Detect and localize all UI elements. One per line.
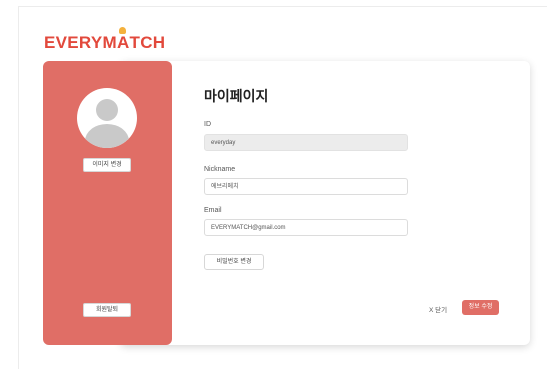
- change-password-button[interactable]: 비밀번호 변경: [204, 254, 264, 270]
- brand-logo[interactable]: EVERYM ATCH: [44, 27, 166, 53]
- logo-text-a: A: [116, 33, 130, 52]
- id-label: ID: [204, 121, 211, 128]
- close-button[interactable]: X 닫기: [429, 304, 447, 314]
- frame-border-top: [18, 6, 547, 7]
- id-field: everyday: [204, 134, 408, 151]
- withdraw-button[interactable]: 회원탈퇴: [83, 303, 131, 317]
- logo-text-suffix: TCH: [129, 33, 166, 52]
- avatar-body-icon: [85, 124, 129, 148]
- page: EVERYM ATCH 이미지 변경 회원탈퇴 마이페이지 ID everyday…: [0, 0, 547, 369]
- profile-sidebar: 이미지 변경 회원탈퇴: [43, 61, 172, 345]
- avatar-head-icon: [96, 99, 118, 121]
- email-label: Email: [204, 207, 222, 214]
- logo-a-letter: A: [116, 27, 130, 53]
- email-field[interactable]: EVERYMATCH@gmail.com: [204, 219, 408, 236]
- nickname-label: Nickname: [204, 166, 236, 173]
- save-info-button[interactable]: 정보 수정: [462, 300, 499, 315]
- logo-text-prefix: EVERYM: [44, 33, 117, 52]
- avatar: [77, 88, 137, 148]
- nickname-field[interactable]: 에브리메치: [204, 178, 408, 195]
- change-image-button[interactable]: 이미지 변경: [83, 158, 131, 172]
- bell-icon: [118, 27, 126, 34]
- page-title: 마이페이지: [204, 88, 269, 104]
- frame-border-left: [18, 6, 19, 369]
